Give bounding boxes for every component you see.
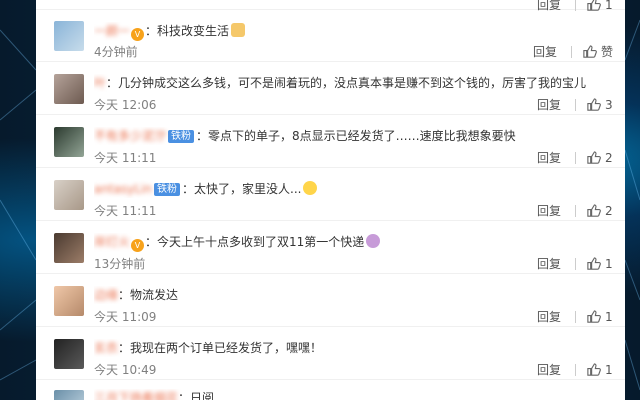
avatar[interactable] (54, 390, 84, 400)
username[interactable]: 一颜一 (94, 24, 130, 38)
comment-item: 叶：几分钟成交这么多钱，可不是闹着玩的，没点真本事是赚不到这个钱的，厉害了我的宝… (36, 62, 625, 115)
comment-actions: 回复 2 (537, 149, 613, 166)
face-emoji-icon (366, 234, 381, 248)
avatar[interactable] (54, 339, 84, 369)
comment-line: 叶：几分钟成交这么多钱，可不是闹着玩的，没点真本事是赚不到这个钱的，厉害了我的宝… (94, 74, 586, 92)
like-label[interactable]: 赞 (601, 43, 613, 60)
thumbs-up-icon[interactable] (586, 309, 601, 324)
comment-item: 岸灯火 V ：今天上午十点多收到了双11第一个快递 13分钟前 回复 1 (36, 221, 625, 274)
reply-button[interactable]: 回复 (537, 202, 561, 219)
thumbs-up-icon[interactable] (586, 256, 601, 271)
comment-time: 今天 10:49 (94, 363, 157, 377)
thumbs-up-icon[interactable] (586, 362, 601, 377)
avatar[interactable] (54, 233, 84, 263)
thumbs-up-icon[interactable] (586, 203, 601, 218)
divider (575, 151, 576, 164)
thumbs-up-icon[interactable] (586, 97, 601, 112)
comment-text: ：太快了，家里没人... (182, 182, 302, 196)
reply-button[interactable]: 回复 (537, 96, 561, 113)
comment-time: 今天 11:11 (94, 151, 157, 165)
username[interactable]: antasyLin (94, 182, 152, 196)
divider (575, 98, 576, 111)
divider (575, 310, 576, 323)
vip-badge-icon: V (131, 239, 145, 252)
like-count: 1 (605, 362, 613, 377)
reply-button[interactable]: 回复 (537, 149, 561, 166)
avatar[interactable] (54, 127, 84, 157)
comment-item: 三月下扬看烟花：日阅 (36, 380, 625, 400)
comment-line: antasyLin 铁粉 ：太快了，家里没人... (94, 180, 318, 198)
comment-text: ：几分钟成交这么多钱，可不是闹着玩的，没点真本事是赚不到这个钱的，厉害了我的宝儿 (106, 76, 587, 90)
avatar[interactable] (54, 180, 84, 210)
comment-line: 一颜一 V ：科技改变生活 (94, 22, 246, 41)
fan-badge: 铁粉 (168, 130, 195, 143)
comment-time: 13分钟前 (94, 257, 146, 271)
username[interactable]: 叶 (94, 76, 106, 90)
like-count: 2 (605, 150, 613, 165)
comment-text: ：科技改变生活 (145, 24, 230, 38)
comment-panel: 回复 1 一颜一 V ：科技改变生活 4分钟前 回复 赞 叶：几分钟成交这么多钱，可… (36, 0, 625, 400)
reply-button[interactable]: 回复 (533, 43, 557, 60)
face-emoji-icon (303, 181, 318, 195)
divider (575, 363, 576, 376)
reply-button[interactable]: 回复 (537, 308, 561, 325)
comment-item: 不有多少泥泞 铁粉 ：零点下的单子，8点显示已经发货了……速度比我想象要快 今天 1… (36, 115, 625, 168)
comment-time: 4分钟前 (94, 45, 138, 59)
fan-badge: 铁粉 (154, 183, 180, 196)
thumbs-up-emoji-icon (231, 23, 246, 37)
thumbs-up-icon[interactable] (586, 150, 601, 165)
username[interactable]: 边缘 (94, 288, 118, 302)
like-count: 3 (605, 97, 613, 112)
comment-actions: 回复 赞 (533, 43, 613, 60)
like-count: 2 (605, 203, 613, 218)
comment-line: 不有多少泥泞 铁粉 ：零点下的单子，8点显示已经发货了……速度比我想象要快 (94, 127, 516, 145)
comment-time: 今天 12:06 (94, 98, 157, 112)
comment-item: 一颜一 V ：科技改变生活 4分钟前 回复 赞 (36, 10, 625, 62)
comment-actions: 回复 1 (537, 361, 613, 378)
username[interactable]: 三月下扬看烟花 (94, 391, 178, 400)
like-count: 1 (605, 309, 613, 324)
divider (575, 257, 576, 270)
avatar[interactable] (54, 286, 84, 316)
divider (575, 204, 576, 217)
comment-actions: 回复 2 (537, 202, 613, 219)
avatar[interactable] (54, 74, 84, 104)
comment-time: 今天 11:09 (94, 310, 157, 324)
comment-line: 三月下扬看烟花：日阅 (94, 389, 214, 400)
comment-text: ：零点下的单子，8点显示已经发货了……速度比我想象要快 (196, 129, 516, 143)
comment-text: ：今天上午十点多收到了双11第一个快递 (145, 235, 365, 249)
avatar[interactable] (54, 21, 84, 51)
comment-actions: 回复 1 (537, 308, 613, 325)
comment-text: ：我现在两个订单已经发货了，嘿嘿！ (118, 341, 323, 355)
comment-actions: 回复 1 (537, 255, 613, 272)
divider (575, 0, 576, 11)
comment-item: antasyLin 铁粉 ：太快了，家里没人... 今天 11:11 回复 2 (36, 168, 625, 221)
comment-line: 玄衣：我现在两个订单已经发货了，嘿嘿！ (94, 339, 322, 357)
comment-line: 岸灯火 V ：今天上午十点多收到了双11第一个快递 (94, 233, 381, 252)
divider (570, 45, 572, 58)
username[interactable]: 玄衣 (94, 341, 118, 355)
comment-text: ：日阅 (178, 391, 215, 400)
reply-button[interactable]: 回复 (537, 361, 561, 378)
comment-text: ：物流发达 (118, 288, 179, 302)
username[interactable]: 岸灯火 (94, 235, 130, 249)
comment-line: 边缘：物流发达 (94, 286, 178, 304)
comment-item: 玄衣：我现在两个订单已经发货了，嘿嘿！ 今天 10:49 回复 1 (36, 327, 625, 380)
like-count: 1 (605, 256, 613, 271)
comment-time: 今天 11:11 (94, 204, 157, 218)
vip-badge-icon: V (131, 28, 145, 41)
thumbs-up-icon[interactable] (582, 44, 597, 59)
username[interactable]: 不有多少泥泞 (94, 129, 166, 143)
previous-comment-footer: 回复 1 (36, 0, 625, 12)
comment-actions: 回复 3 (537, 96, 613, 113)
reply-button[interactable]: 回复 (537, 255, 561, 272)
comment-item: 边缘：物流发达 今天 11:09 回复 1 (36, 274, 625, 327)
